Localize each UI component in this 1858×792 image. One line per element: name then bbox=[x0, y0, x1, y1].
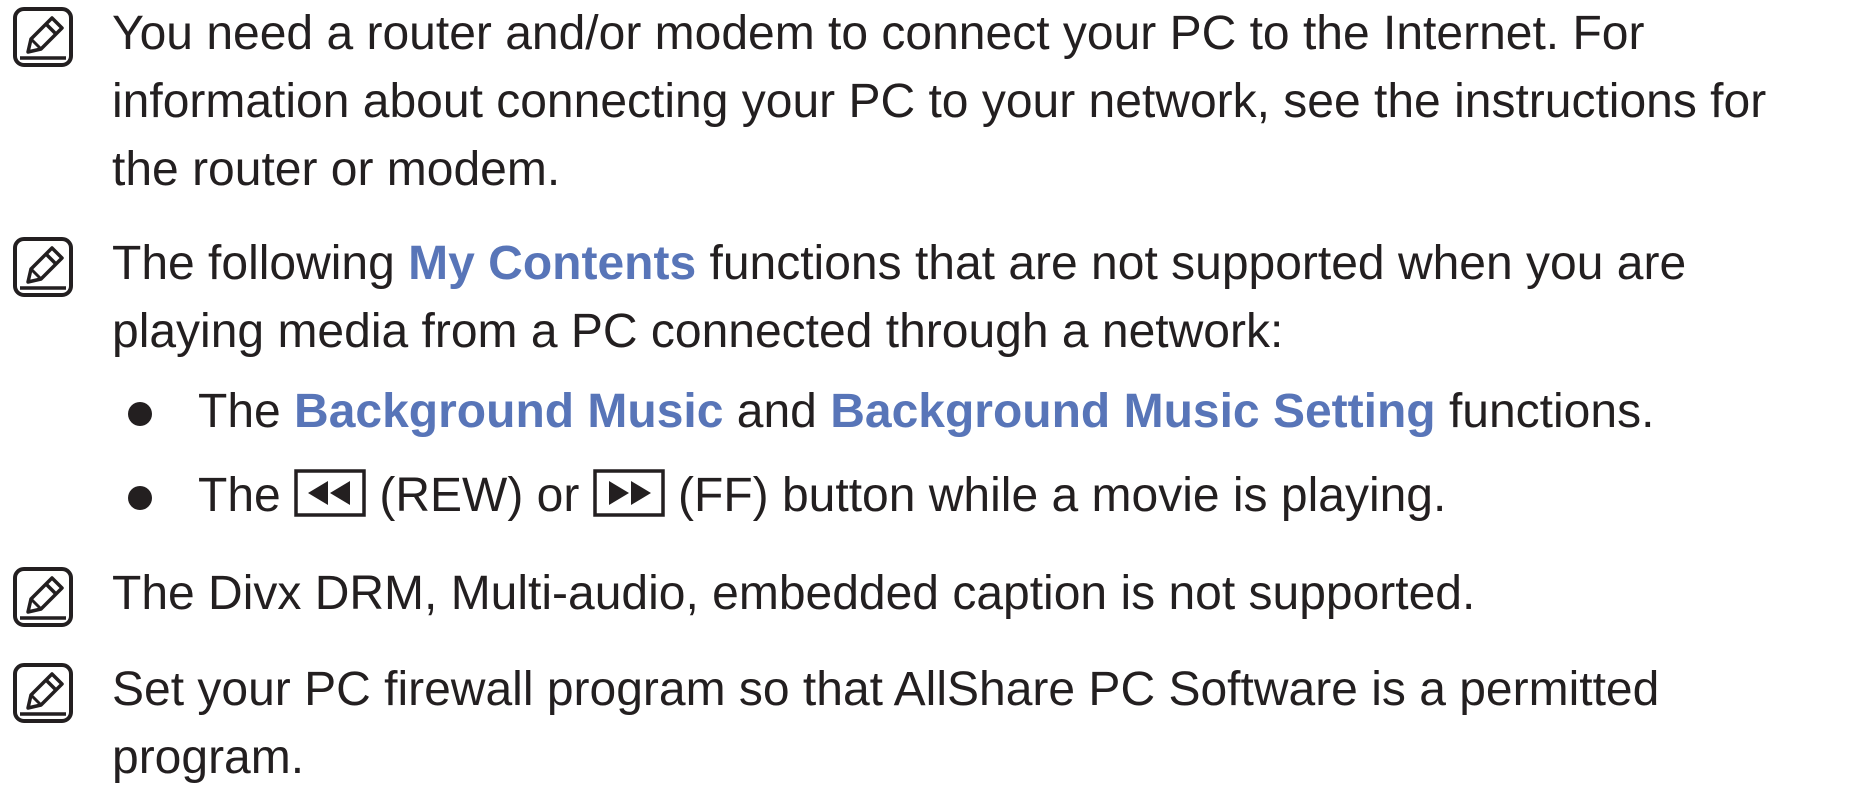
note-divx-drm: The Divx DRM, Multi-audio, embedded capt… bbox=[112, 560, 1844, 628]
fast-forward-button-icon bbox=[592, 469, 665, 517]
background-music-highlight: Background Music bbox=[294, 385, 724, 438]
background-music-setting-highlight: Background Music Setting bbox=[830, 385, 1436, 438]
note-pencil-icon bbox=[13, 7, 73, 67]
bullet-rew-ff: The (REW) or (FF) button while a movie i… bbox=[198, 462, 1844, 530]
rew-label: (REW) or bbox=[366, 469, 593, 522]
bullet-dot bbox=[128, 402, 152, 426]
my-contents-highlight: My Contents bbox=[408, 237, 697, 290]
rewind-button-icon bbox=[294, 469, 366, 517]
note-text: You need a router and/or modem to connec… bbox=[112, 7, 1767, 196]
note-my-contents: The following My Contents functions that… bbox=[112, 230, 1844, 366]
note-text: The Divx DRM, Multi-audio, embedded capt… bbox=[112, 567, 1476, 620]
note-pencil-icon bbox=[13, 567, 73, 627]
note-pencil-icon bbox=[13, 663, 73, 723]
bullet-text-before: The bbox=[198, 385, 295, 438]
note-pencil-icon bbox=[13, 237, 73, 297]
bullet-text-before: The bbox=[198, 469, 295, 522]
bullet-dot bbox=[128, 486, 152, 510]
bullet-background-music: The Background Music and Background Musi… bbox=[198, 378, 1844, 446]
note-text: Set your PC firewall program so that All… bbox=[112, 663, 1660, 784]
ff-label: (FF) button while a movie is playing. bbox=[664, 469, 1447, 522]
bullet-text-after: functions. bbox=[1435, 385, 1655, 438]
bullet-text-middle: and bbox=[723, 385, 831, 438]
note-text-before: The following bbox=[112, 237, 409, 290]
note-firewall: Set your PC firewall program so that All… bbox=[112, 656, 1844, 792]
note-router-modem: You need a router and/or modem to connec… bbox=[112, 0, 1844, 204]
